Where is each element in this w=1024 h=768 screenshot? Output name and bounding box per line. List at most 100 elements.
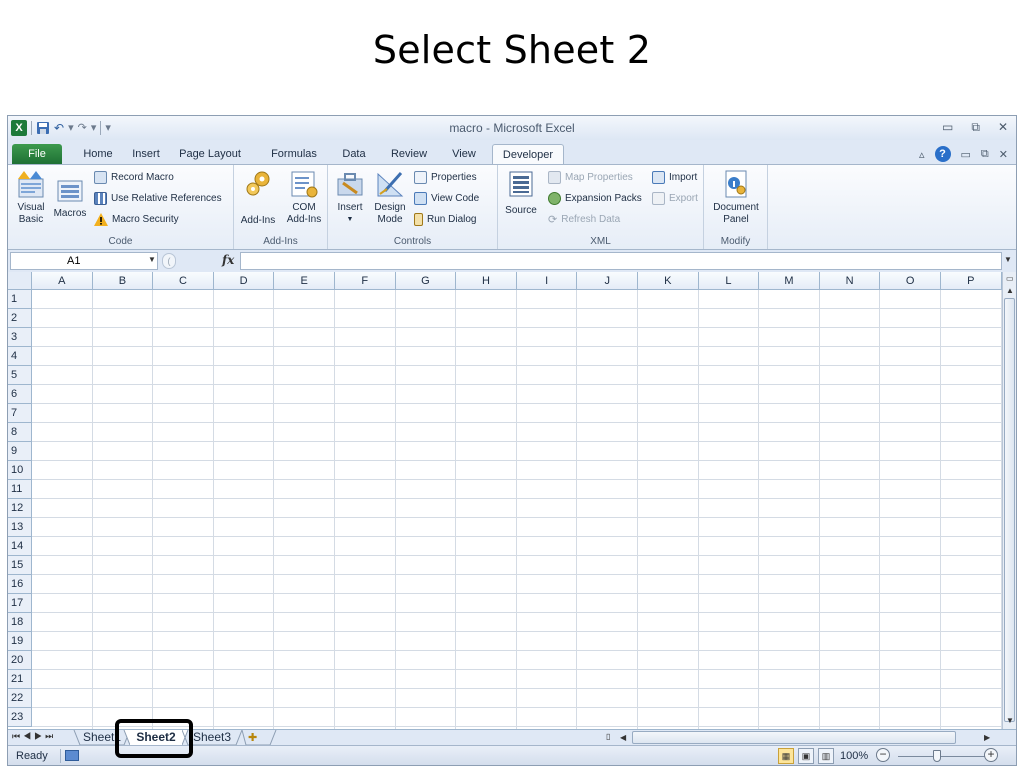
run-dialog-button[interactable]: Run Dialog xyxy=(414,213,476,226)
row-header-15[interactable]: 15 xyxy=(8,556,32,575)
tab-data[interactable]: Data xyxy=(338,144,370,164)
column-header-g[interactable]: G xyxy=(395,272,457,290)
row-header-23[interactable]: 23 xyxy=(8,708,32,727)
normal-view-icon[interactable]: ▦ xyxy=(778,748,794,764)
split-box-icon[interactable]: ▭ xyxy=(1006,274,1014,283)
page-layout-view-icon[interactable]: ▣ xyxy=(798,748,814,764)
sheet-tab-sheet3[interactable]: Sheet3 xyxy=(188,730,236,746)
minimize-icon[interactable]: ▭ xyxy=(942,120,953,135)
export-button[interactable]: Export xyxy=(652,192,698,205)
row-header-7[interactable]: 7 xyxy=(8,404,32,423)
zoom-in-icon[interactable]: + xyxy=(984,748,998,762)
workbook-minimize-icon[interactable]: ▭ xyxy=(961,148,971,161)
tab-insert[interactable]: Insert xyxy=(126,144,166,164)
scroll-right-icon[interactable]: ▶ xyxy=(984,733,990,742)
insert-worksheet-icon[interactable]: ✚ xyxy=(248,731,264,744)
column-header-i[interactable]: I xyxy=(516,272,578,290)
horizontal-scrollbar[interactable]: ▯ ◀ ▶ xyxy=(604,731,1002,744)
column-header-a[interactable]: A xyxy=(32,272,93,290)
workbook-restore-icon[interactable]: ⧉ xyxy=(981,148,989,161)
row-header-14[interactable]: 14 xyxy=(8,537,32,556)
zoom-slider-knob[interactable] xyxy=(933,750,941,762)
workbook-close-icon[interactable]: ✕ xyxy=(999,148,1008,161)
row-header-8[interactable]: 8 xyxy=(8,423,32,442)
tab-file[interactable]: File xyxy=(12,144,62,164)
page-break-view-icon[interactable]: ▥ xyxy=(818,748,834,764)
design-mode-button[interactable]: Design Mode xyxy=(370,169,410,226)
import-button[interactable]: Import xyxy=(652,171,697,184)
record-macro-button[interactable]: Record Macro xyxy=(94,171,174,184)
scroll-left-icon[interactable]: ◀ xyxy=(620,733,626,742)
tab-formulas[interactable]: Formulas xyxy=(266,144,322,164)
select-all-corner[interactable] xyxy=(8,272,32,290)
add-ins-button[interactable]: Add-Ins xyxy=(238,169,278,227)
column-header-o[interactable]: O xyxy=(880,272,941,290)
macro-recording-icon[interactable] xyxy=(60,749,82,763)
zoom-level[interactable]: 100% xyxy=(840,750,868,762)
row-header-17[interactable]: 17 xyxy=(8,594,32,613)
row-header-12[interactable]: 12 xyxy=(8,499,32,518)
zoom-out-icon[interactable]: − xyxy=(876,748,890,762)
column-header-f[interactable]: F xyxy=(335,272,396,290)
restore-icon[interactable]: ⧉ xyxy=(971,120,980,135)
column-header-m[interactable]: M xyxy=(759,272,820,290)
tab-developer[interactable]: Developer xyxy=(492,144,564,165)
visual-basic-button[interactable]: Visual Basic xyxy=(14,169,48,226)
column-header-l[interactable]: L xyxy=(698,272,760,290)
column-header-j[interactable]: J xyxy=(577,272,638,290)
insert-function-icon[interactable]: fx xyxy=(222,253,234,267)
column-header-n[interactable]: N xyxy=(819,272,881,290)
row-header-18[interactable]: 18 xyxy=(8,613,32,632)
com-add-ins-button[interactable]: COM Add-Ins xyxy=(282,169,326,226)
row-header-2[interactable]: 2 xyxy=(8,309,32,328)
expansion-packs-button[interactable]: Expansion Packs xyxy=(548,192,642,205)
properties-button[interactable]: Properties xyxy=(414,171,477,184)
name-box-dropdown-icon[interactable]: ▼ xyxy=(148,255,156,264)
row-header-9[interactable]: 9 xyxy=(8,442,32,461)
row-header-5[interactable]: 5 xyxy=(8,366,32,385)
row-header-11[interactable]: 11 xyxy=(8,480,32,499)
row-header-4[interactable]: 4 xyxy=(8,347,32,366)
column-header-k[interactable]: K xyxy=(638,272,699,290)
scroll-down-icon[interactable]: ▼ xyxy=(1006,716,1014,725)
insert-control-button[interactable]: Insert ▼ xyxy=(334,169,366,226)
column-header-p[interactable]: P xyxy=(941,272,1002,290)
name-box[interactable]: A1 xyxy=(10,252,158,270)
tab-view[interactable]: View xyxy=(446,144,482,164)
expand-formula-bar-icon[interactable]: ▼ xyxy=(1004,255,1012,264)
row-header-19[interactable]: 19 xyxy=(8,632,32,651)
tab-split-handle-icon[interactable]: ▯ xyxy=(606,732,610,741)
column-header-e[interactable]: E xyxy=(274,272,335,290)
scroll-up-icon[interactable]: ▲ xyxy=(1006,286,1014,295)
formula-input[interactable] xyxy=(240,252,1002,270)
use-relative-references-button[interactable]: Use Relative References xyxy=(94,192,222,205)
column-header-d[interactable]: D xyxy=(213,272,275,290)
column-header-c[interactable]: C xyxy=(153,272,214,290)
row-header-6[interactable]: 6 xyxy=(8,385,32,404)
macros-button[interactable]: Macros xyxy=(52,169,88,220)
column-header-h[interactable]: H xyxy=(456,272,517,290)
row-header-20[interactable]: 20 xyxy=(8,651,32,670)
tab-home[interactable]: Home xyxy=(78,144,118,164)
tab-review[interactable]: Review xyxy=(388,144,430,164)
row-header-3[interactable]: 3 xyxy=(8,328,32,347)
map-properties-button[interactable]: Map Properties xyxy=(548,171,633,184)
macro-security-button[interactable]: Macro Security xyxy=(94,213,179,226)
view-code-button[interactable]: View Code xyxy=(414,192,479,205)
refresh-data-button[interactable]: ⟳ Refresh Data xyxy=(548,213,620,226)
close-icon[interactable]: ✕ xyxy=(998,120,1008,135)
spreadsheet-grid[interactable]: A B C D E F G H I J K L M N O P 1 2 3 4 5 6 7 8 9 10 11 12 13 14 15 16 1… xyxy=(8,272,1002,729)
vertical-scrollbar[interactable]: ▭ ▲ ▼ xyxy=(1002,272,1016,729)
row-header-10[interactable]: 10 xyxy=(8,461,32,480)
minimize-ribbon-icon[interactable]: ▵ xyxy=(919,148,925,161)
row-header-16[interactable]: 16 xyxy=(8,575,32,594)
document-panel-button[interactable]: Document Panel xyxy=(708,169,764,226)
row-header-13[interactable]: 13 xyxy=(8,518,32,537)
row-header-1[interactable]: 1 xyxy=(8,290,32,309)
row-header-21[interactable]: 21 xyxy=(8,670,32,689)
formula-bar-toggle-icon[interactable]: ( xyxy=(162,253,176,269)
help-icon[interactable]: ? xyxy=(934,146,951,162)
column-header-b[interactable]: B xyxy=(92,272,154,290)
tab-page-layout[interactable]: Page Layout xyxy=(172,144,248,164)
row-header-22[interactable]: 22 xyxy=(8,689,32,708)
